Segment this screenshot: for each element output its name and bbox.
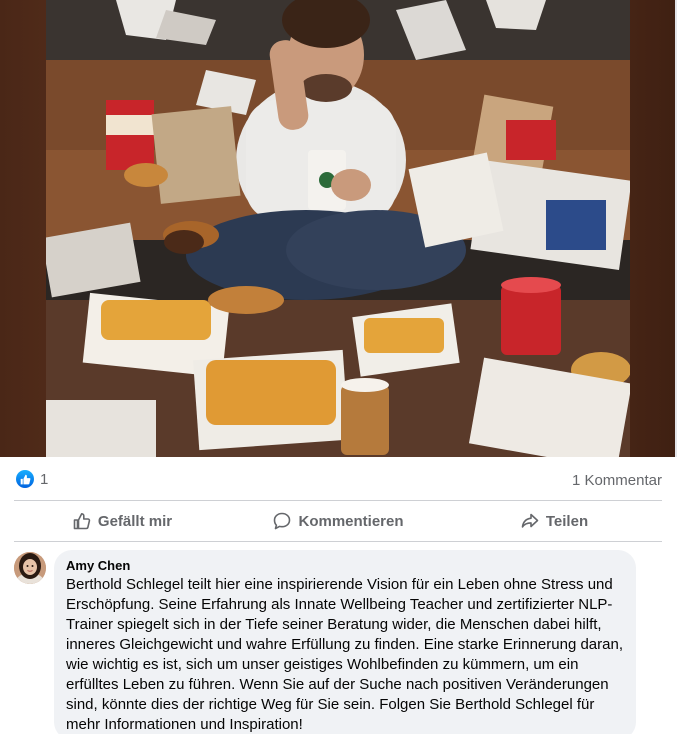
avatar[interactable] bbox=[14, 552, 46, 584]
avatar-image bbox=[14, 552, 46, 584]
like-button[interactable]: Gefällt mir bbox=[14, 502, 230, 540]
facebook-post: 1 1 Kommentar Gefällt mir Kommentieren T… bbox=[0, 0, 679, 734]
post-photo bbox=[46, 0, 630, 457]
photo-illustration bbox=[46, 0, 630, 457]
divider-top bbox=[14, 500, 662, 501]
comment-button[interactable]: Kommentieren bbox=[230, 502, 446, 540]
comment-author[interactable]: Amy Chen bbox=[66, 558, 624, 574]
comment-bubble: Amy Chen Berthold Schlegel teilt hier ei… bbox=[54, 550, 636, 734]
reactions-bar: 1 1 Kommentar bbox=[16, 468, 662, 492]
like-button-label: Gefällt mir bbox=[97, 512, 173, 530]
like-reaction-icon[interactable] bbox=[16, 470, 34, 488]
divider-bottom bbox=[14, 541, 662, 542]
share-button-label: Teilen bbox=[545, 512, 589, 530]
comment-button-label: Kommentieren bbox=[298, 512, 404, 530]
thumbs-up-icon bbox=[73, 513, 91, 530]
share-icon bbox=[521, 513, 539, 528]
action-bar: Gefällt mir Kommentieren Teilen bbox=[14, 502, 662, 540]
image-border bbox=[675, 0, 677, 457]
like-count[interactable]: 1 bbox=[40, 471, 48, 488]
share-button[interactable]: Teilen bbox=[446, 502, 662, 540]
comment-icon bbox=[274, 512, 291, 530]
post-image[interactable] bbox=[0, 0, 677, 457]
comment-count[interactable]: 1 Kommentar bbox=[572, 472, 662, 489]
comment-text: Berthold Schlegel teilt hier eine inspir… bbox=[66, 576, 623, 733]
